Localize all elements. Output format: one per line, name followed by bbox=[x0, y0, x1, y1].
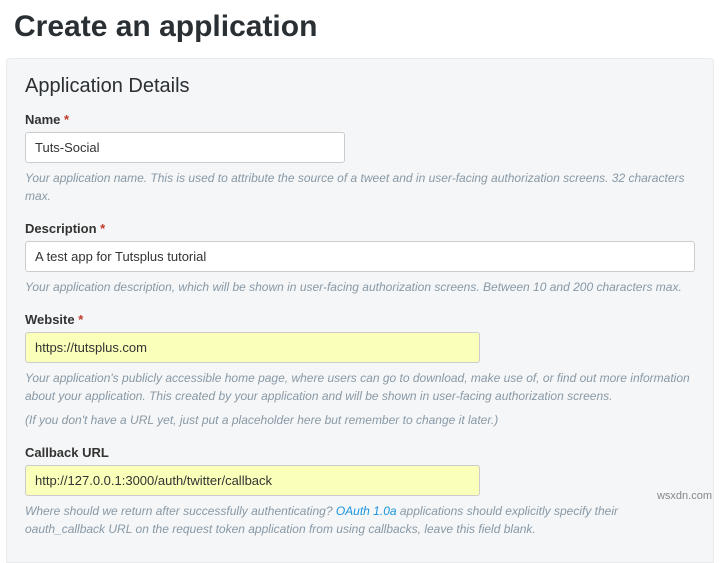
description-input[interactable] bbox=[25, 241, 695, 272]
website-required: * bbox=[78, 312, 83, 327]
website-help-2: (If you don't have a URL yet, just put a… bbox=[25, 411, 695, 429]
description-label: Description * bbox=[25, 221, 695, 236]
website-group: Website * Your application's publicly ac… bbox=[25, 312, 695, 429]
application-details-panel: Application Details Name * Your applicat… bbox=[6, 58, 714, 563]
description-help: Your application description, which will… bbox=[25, 278, 695, 296]
name-label: Name * bbox=[25, 112, 695, 127]
name-label-text: Name bbox=[25, 112, 60, 127]
description-label-text: Description bbox=[25, 221, 97, 236]
callback-label: Callback URL bbox=[25, 445, 695, 460]
description-group: Description * Your application descripti… bbox=[25, 221, 695, 296]
name-required: * bbox=[64, 112, 69, 127]
page-header: Create an application bbox=[0, 0, 720, 58]
name-help: Your application name. This is used to a… bbox=[25, 169, 695, 205]
name-group: Name * Your application name. This is us… bbox=[25, 112, 695, 205]
watermark: wsxdn.com bbox=[657, 490, 712, 502]
page-title: Create an application bbox=[14, 10, 706, 44]
description-required: * bbox=[100, 221, 105, 236]
panel-heading: Application Details bbox=[25, 75, 695, 98]
website-input[interactable] bbox=[25, 332, 480, 363]
callback-label-text: Callback URL bbox=[25, 445, 109, 460]
name-input[interactable] bbox=[25, 132, 345, 163]
callback-group: Callback URL Where should we return afte… bbox=[25, 445, 695, 538]
oauth-link[interactable]: OAuth 1.0a bbox=[336, 504, 397, 518]
website-label: Website * bbox=[25, 312, 695, 327]
callback-input[interactable] bbox=[25, 465, 480, 496]
callback-help-before: Where should we return after successfull… bbox=[25, 504, 336, 518]
website-help-1: Your application's publicly accessible h… bbox=[25, 369, 695, 405]
callback-help: Where should we return after successfull… bbox=[25, 502, 695, 538]
website-label-text: Website bbox=[25, 312, 75, 327]
